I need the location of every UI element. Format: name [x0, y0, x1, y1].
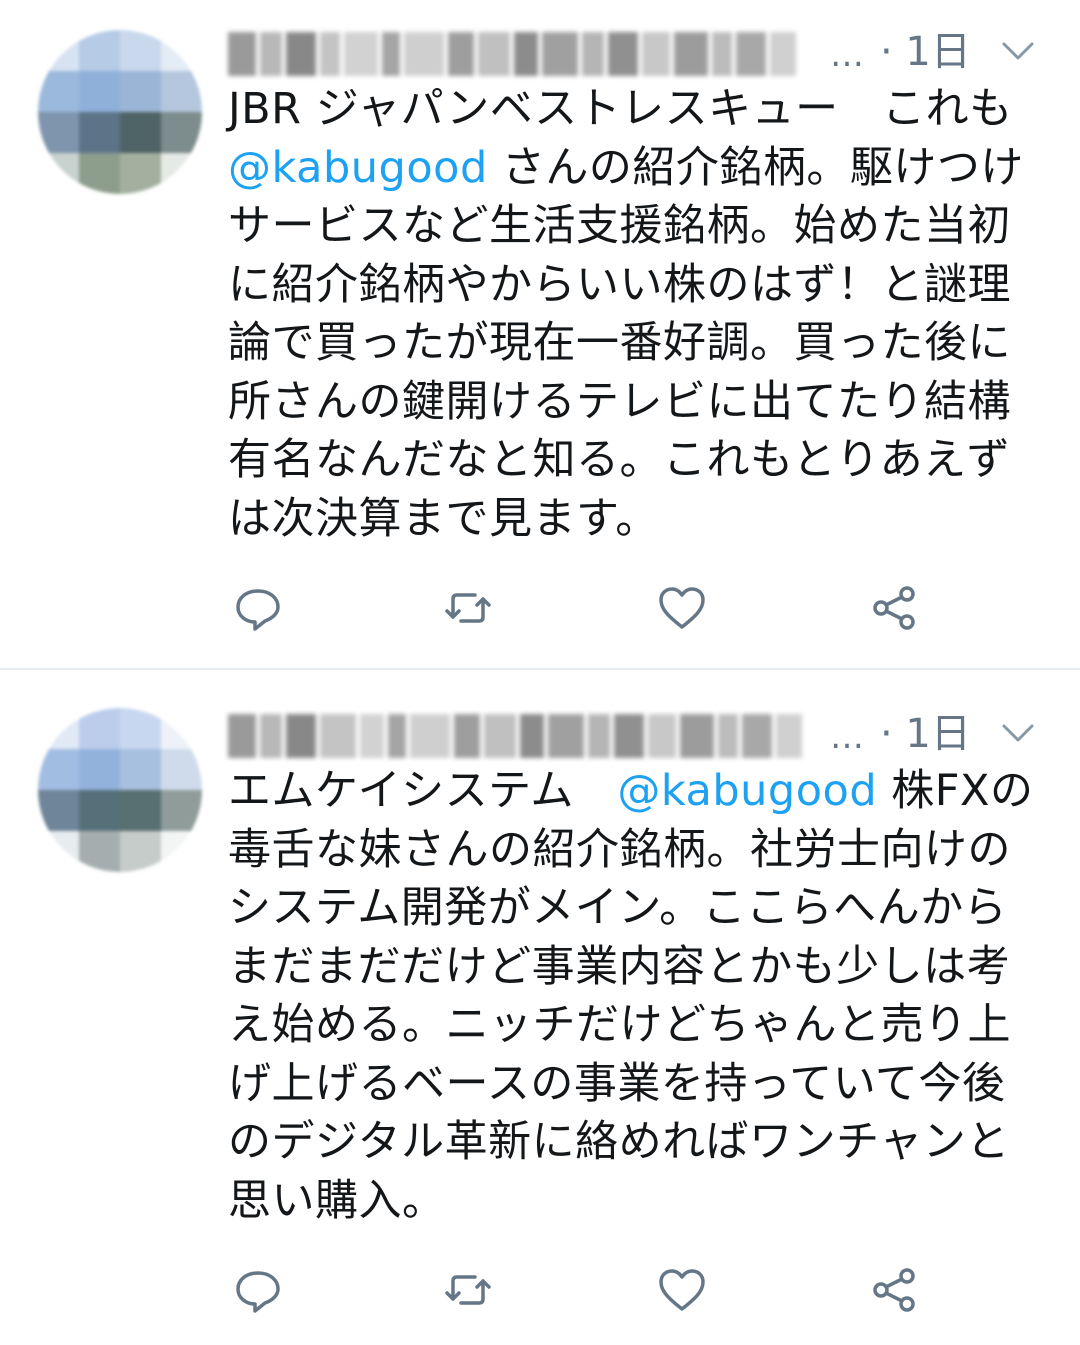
tweet-text-part: JBR ジャパンベストレスキュー これも: [228, 84, 1013, 134]
tweet[interactable]: … · 1日 JBR ジャパンベストレスキュー これも @kabugood さん…: [0, 0, 1080, 670]
chevron-down-icon[interactable]: [998, 36, 1038, 66]
redacted-user-name[interactable]: [228, 32, 820, 76]
chevron-down-icon[interactable]: [998, 718, 1038, 748]
mention-link[interactable]: @kabugood: [228, 143, 488, 193]
avatar[interactable]: [38, 30, 202, 194]
heart-icon: [659, 1269, 705, 1311]
share-icon: [873, 1268, 915, 1312]
reply-icon: [236, 1271, 280, 1313]
tweet-text-part: さんの紹介銘柄。駆けつけサービスなど生活支援銘柄。始めた当初に紹介銘柄やからいい…: [228, 142, 1024, 544]
reply-icon: [236, 589, 280, 631]
tweet-text: エムケイシステム @kabugood 株FXの毒舌な妹さんの紹介銘柄。社労士向け…: [228, 762, 1048, 1230]
name-ellipsis: …: [830, 717, 864, 757]
tweet-text-part: 株FXの毒舌な妹さんの紹介銘柄。社労士向けのシステム開発がメイン。ここらへんから…: [228, 766, 1034, 1226]
avatar[interactable]: [38, 708, 202, 872]
timestamp[interactable]: · 1日: [880, 26, 971, 78]
like-button[interactable]: [652, 578, 712, 638]
timestamp[interactable]: · 1日: [880, 708, 971, 760]
tweet[interactable]: … · 1日 エムケイシステム @kabugood 株FXの毒舌な妹さんの紹介銘…: [0, 670, 1080, 1345]
retweet-icon: [445, 593, 491, 623]
share-button[interactable]: [864, 578, 924, 638]
heart-icon: [659, 587, 705, 629]
share-icon: [873, 586, 915, 630]
name-ellipsis: …: [830, 35, 864, 75]
retweet-icon: [445, 1275, 491, 1305]
reply-button[interactable]: [228, 578, 288, 638]
redacted-user-name[interactable]: [228, 714, 820, 758]
retweet-button[interactable]: [438, 578, 498, 638]
tweet-text-part: エムケイシステム: [228, 766, 618, 816]
tweet-header: … · 1日: [228, 704, 1080, 764]
tweet-text: JBR ジャパンベストレスキュー これも @kabugood さんの紹介銘柄。駆…: [228, 80, 1048, 548]
mention-link[interactable]: @kabugood: [617, 766, 877, 816]
tweet-header: … · 1日: [228, 22, 1080, 82]
tweet-actions: [228, 578, 1048, 638]
reply-button[interactable]: [228, 1260, 288, 1320]
tweet-actions: [228, 1260, 1048, 1320]
like-button[interactable]: [652, 1260, 712, 1320]
retweet-button[interactable]: [438, 1260, 498, 1320]
share-button[interactable]: [864, 1260, 924, 1320]
